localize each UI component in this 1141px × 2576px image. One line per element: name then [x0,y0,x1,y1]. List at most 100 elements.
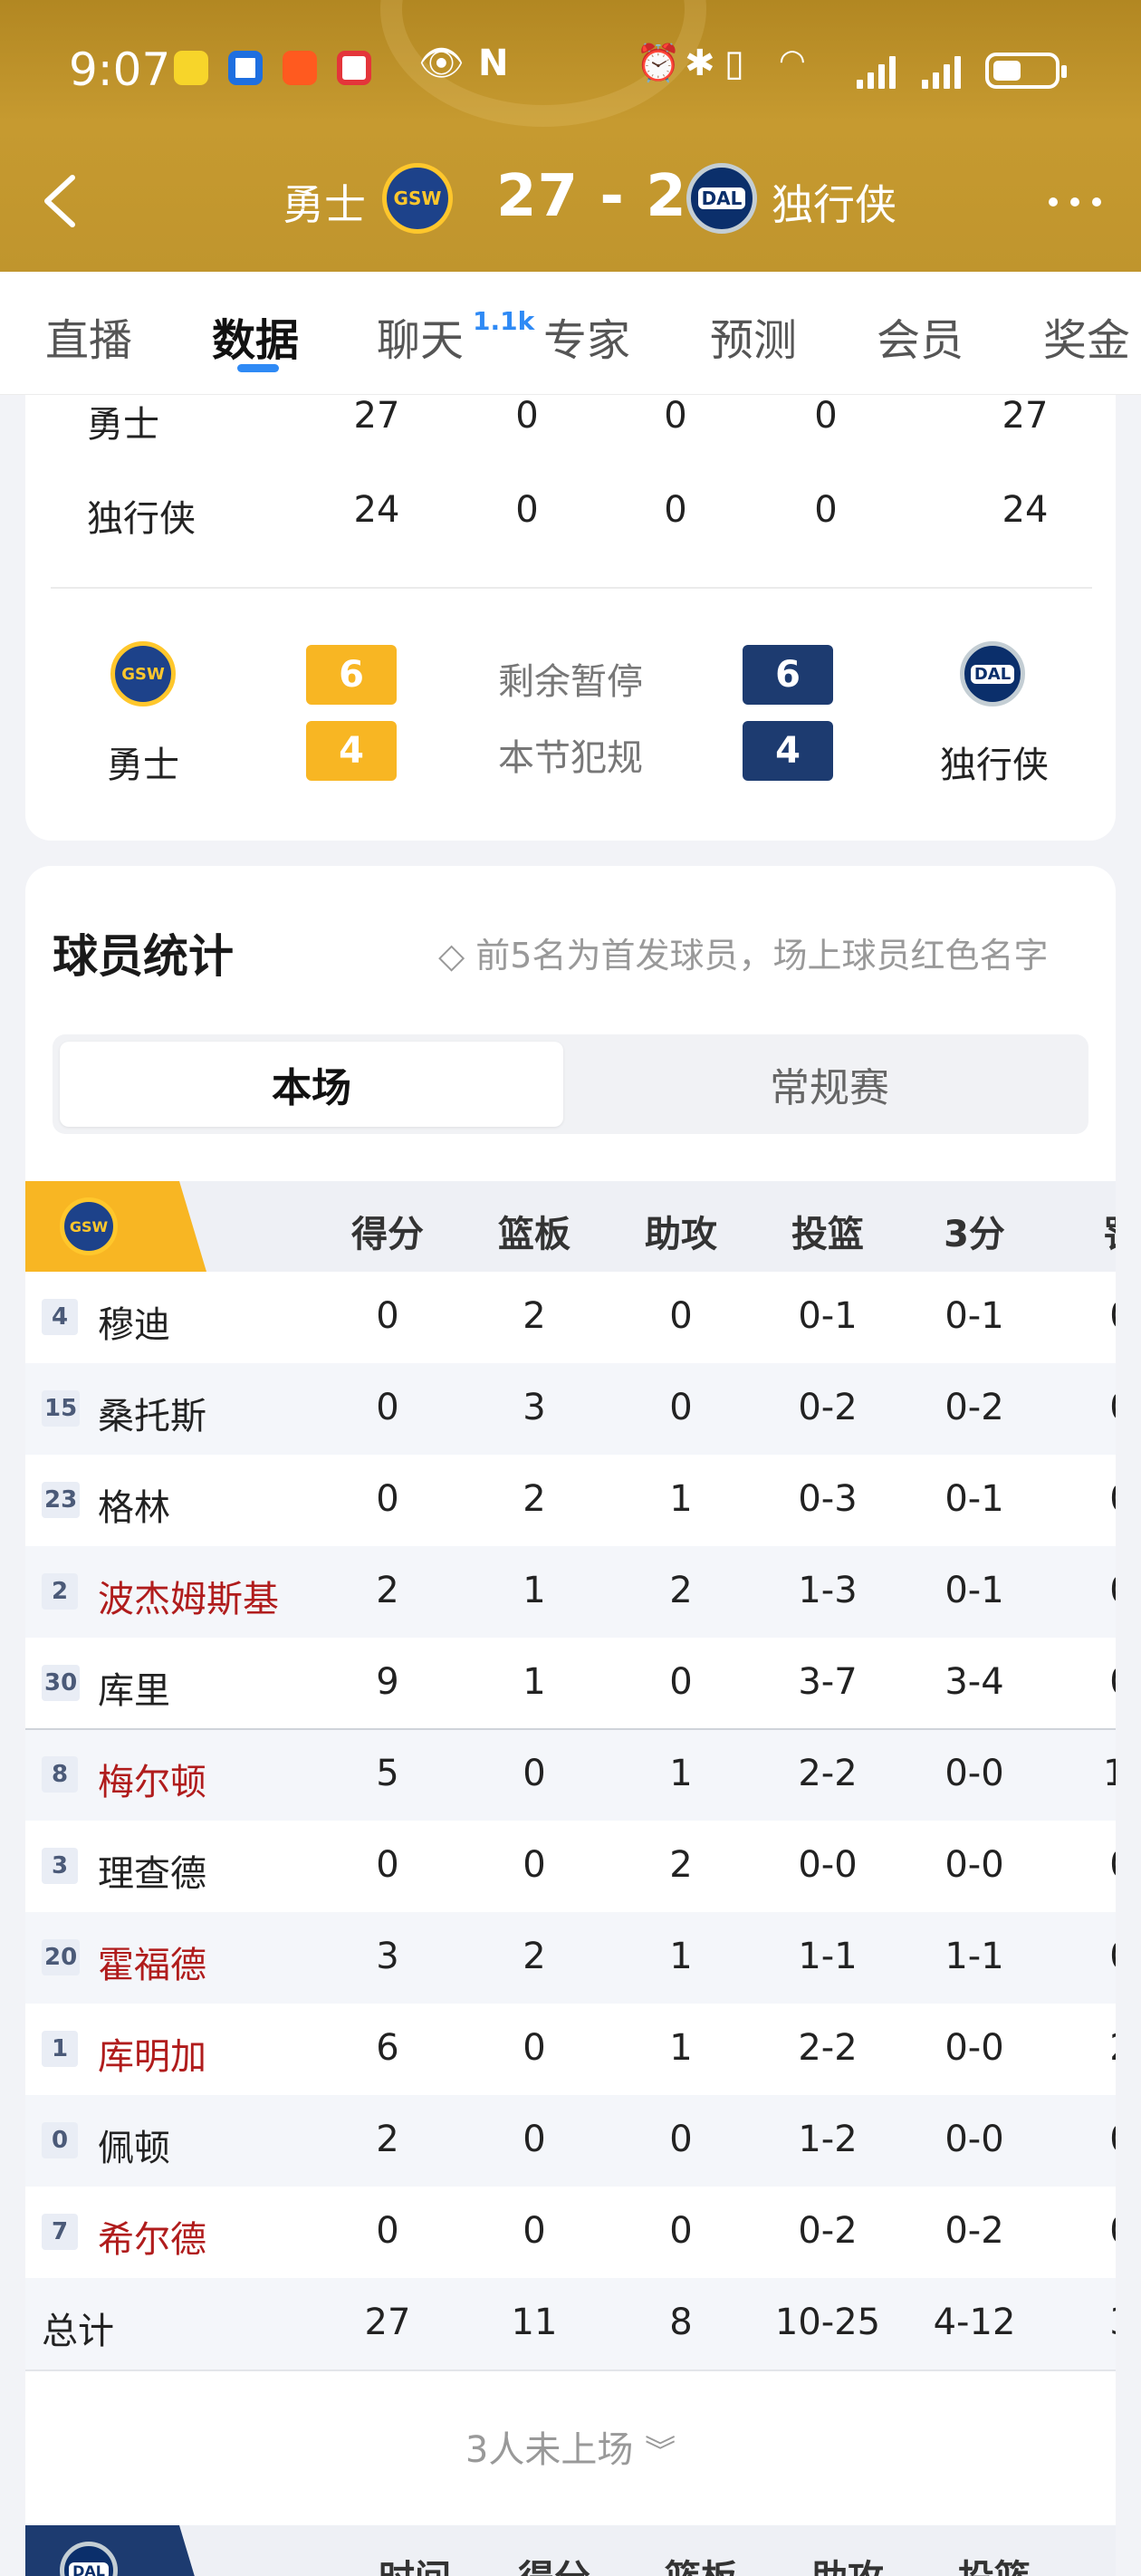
tab-bonus[interactable]: 奖金 [1043,304,1130,368]
player-name: 穆迪 [98,1304,170,1346]
stat-cell: 0 [376,1387,399,1428]
stat-cell: 0 [523,2027,546,2069]
stat-cell: 0 [523,1753,546,1794]
tab-data[interactable]: 数据 [212,304,299,368]
tab-member[interactable]: 会员 [877,304,964,368]
player-name: 桑托斯 [98,1396,206,1437]
stat-cell: 0 [1058,2119,1116,2160]
stat-cell: 1 [669,1478,693,1520]
total-cell: 4-12 [933,2302,1016,2343]
table-row[interactable]: 0 佩顿 2 0 0 1-2 0-0 0 [25,2095,1116,2187]
table-row[interactable]: 23 格林 0 2 1 0-3 0-1 0 [25,1455,1116,1546]
stat-cell: 2 [376,1570,399,1611]
home-timeouts-badge: 6 [306,645,397,705]
table-row[interactable]: 2 波杰姆斯基 2 1 2 1-3 0-1 0 [25,1546,1116,1638]
stat-cell: 2 [1058,2027,1116,2069]
stat-cell: 0-0 [944,2119,1004,2160]
alarm-icon: ⏰ [636,43,681,84]
not-played-toggle[interactable]: 3人未上场 ︾ [25,2420,1116,2473]
stat-cell: 0 [1058,1387,1116,1428]
stat-cell: 1-3 [798,1570,858,1611]
total-cell: 3 [1058,2302,1116,2343]
divider [51,587,1092,589]
table-row[interactable]: 4 穆迪 0 2 0 0-1 0-1 0 [25,1272,1116,1363]
segment-this-game[interactable]: 本场 [60,1042,563,1127]
table-row[interactable]: 30 库里 9 1 0 3-7 3-4 0 [25,1638,1116,1729]
stat-cell: 1 [669,1753,693,1794]
player-name: 理查德 [98,1853,206,1895]
jersey-number: 23 [42,1482,81,1518]
fouls-label: 本节犯规 [498,737,643,779]
stat-cell: 0 [669,2210,693,2252]
status-bar: 9:07 👁 N ⏰ ✱ ▯ ◠ [0,0,1141,136]
stat-cell: 0 [1058,1570,1116,1611]
chat-count-badge: 1.1k [473,306,535,336]
stat-cell: 0 [523,2210,546,2252]
more-options-icon[interactable] [1049,197,1101,207]
back-arrow-icon[interactable] [40,174,78,228]
stat-cell: 0-0 [944,1844,1004,1886]
eye-icon: 👁 [418,43,465,84]
stat-cell: 1 [523,1661,546,1703]
table-row[interactable]: 7 希尔德 0 0 0 0-2 0-2 0 [25,2187,1116,2278]
app-notification-icon [174,51,208,85]
quarter-team-name: 勇士 [87,404,159,446]
active-tab-indicator [237,364,279,372]
away-team-name: 独行侠 [940,745,1049,786]
stat-cell: 0 [523,1844,546,1886]
quarter-total: 24 [1002,489,1049,531]
tab-predict[interactable]: 预测 [710,304,797,368]
stat-cell: 3 [523,1387,546,1428]
home-team-name: 勇士 [107,745,179,786]
wifi-icon: ◠ [779,43,806,79]
quarter-row: 独行侠 24 0 0 0 24 [25,489,1116,543]
starters-divider [25,1728,1116,1730]
not-played-label: 3人未上场 [465,2429,634,2471]
home-fouls-badge: 4 [306,721,397,781]
tab-chat[interactable]: 聊天 [377,304,464,368]
column-header-fg: 投篮 [931,2549,1058,2576]
table-row[interactable]: 8 梅尔顿 5 0 1 2-2 0-0 1- [25,1729,1116,1821]
stat-cell: 0 [376,1478,399,1520]
stat-cell: 0 [669,1661,693,1703]
stat-cell: 0-3 [798,1478,858,1520]
away-timeouts-badge: 6 [743,645,833,705]
stat-cell: 6 [376,2027,399,2069]
table-row[interactable]: 3 理查德 0 0 2 0-0 0-0 0 [25,1821,1116,1912]
app-notification-icon [283,51,317,85]
segment-regular-season[interactable]: 常规赛 [578,1042,1081,1127]
tab-experts[interactable]: 专家 [543,304,630,368]
stat-cell: 0-0 [944,2027,1004,2069]
player-name: 梅尔顿 [98,1762,206,1803]
column-header-3pt: 3分 [944,1214,1005,1255]
stat-cell: 2 [523,1478,546,1520]
total-cell: 8 [669,2302,693,2343]
column-header-assists: 助攻 [784,2549,911,2576]
stat-cell: 0-2 [944,2210,1004,2252]
dal-logo-icon: DAL [960,641,1025,706]
stat-cell: 0-1 [944,1295,1004,1337]
stat-cell: 1 [669,1936,693,1977]
quarter-score: 0 [515,489,539,531]
jersey-number: 20 [42,1939,81,1975]
column-header-rebounds: 篮板 [638,2549,764,2576]
column-header-points: 得分 [351,1214,424,1255]
gsw-logo-icon: GSW [60,1197,118,1255]
table-row[interactable]: 1 库明加 6 0 1 2-2 0-0 2 [25,2004,1116,2095]
quarter-score: 27 [353,395,400,437]
tab-live[interactable]: 直播 [45,304,132,368]
player-name: 佩顿 [98,2128,170,2169]
stat-cell: 9 [376,1661,399,1703]
stat-cell: 0 [376,1844,399,1886]
table-row[interactable]: 15 桑托斯 0 3 0 0-2 0-2 0 [25,1363,1116,1455]
table-row[interactable]: 20 霍福德 3 2 1 1-1 1-1 0 [25,1912,1116,2004]
stats-scope-segment: 本场 常规赛 [53,1034,1088,1134]
player-name: 希尔德 [98,2219,206,2261]
stat-cell: 2 [669,1844,693,1886]
jersey-number: 15 [42,1390,81,1427]
stat-cell: 0-0 [944,1753,1004,1794]
stat-cell: 1 [523,1570,546,1611]
stat-cell: 0-2 [798,1387,858,1428]
stat-cell: 1 [669,2027,693,2069]
stat-cell: 2-2 [798,1753,858,1794]
